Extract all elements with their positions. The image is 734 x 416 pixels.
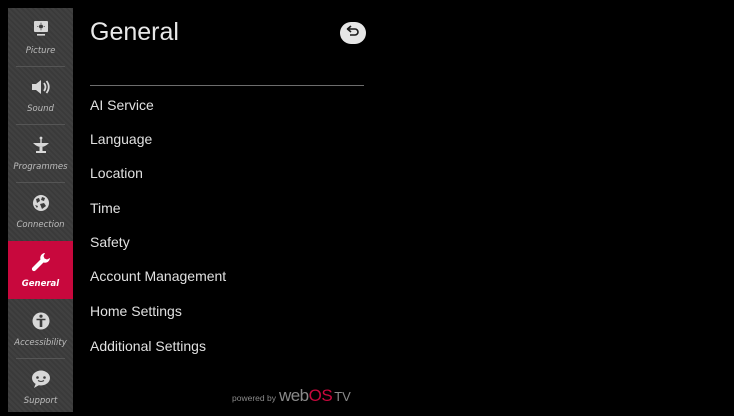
header-divider [90,85,364,86]
picture-icon [28,16,54,42]
support-icon [28,366,54,392]
menu-item-account-management[interactable]: Account Management [90,266,364,286]
menu-item-time[interactable]: Time [90,198,364,218]
menu-item-ai-service[interactable]: AI Service [90,95,364,115]
settings-screen: Picture Sound Programmes Connection Gene… [0,0,734,416]
page-title: General [90,18,179,46]
globe-icon [28,190,54,216]
sidebar-item-accessibility[interactable]: Accessibility [8,300,73,358]
sidebar-item-label: General [21,279,60,289]
menu-item-language[interactable]: Language [90,129,364,149]
back-button[interactable] [340,22,366,44]
powered-by-text: powered by [232,393,276,403]
back-arrow-icon [346,24,360,42]
logo-tv-text: TV [334,389,351,404]
sidebar-item-support[interactable]: Support [8,358,73,416]
webos-logo: powered by web OS TV [232,386,351,406]
menu-item-safety[interactable]: Safety [90,232,364,252]
satellite-dish-icon [28,132,54,158]
wrench-icon [28,249,54,275]
speaker-icon [28,74,54,100]
menu-item-home-settings[interactable]: Home Settings [90,301,364,321]
logo-os-text: OS [308,386,333,405]
sidebar-item-connection[interactable]: Connection [8,182,73,240]
menu-item-location[interactable]: Location [90,163,364,183]
sidebar-item-picture[interactable]: Picture [8,8,73,66]
menu-item-additional-settings[interactable]: Additional Settings [90,336,364,356]
sidebar-item-programmes[interactable]: Programmes [8,124,73,182]
sidebar-item-label: Programmes [13,162,68,172]
sidebar-item-general[interactable]: General [8,241,73,299]
sidebar-item-label: Picture [25,46,56,56]
accessibility-icon [28,308,54,334]
sidebar-item-sound[interactable]: Sound [8,66,73,124]
sidebar-item-label: Sound [27,104,54,114]
settings-sidebar: Picture Sound Programmes Connection Gene… [8,8,73,412]
logo-web-text: web [278,386,309,405]
sidebar-item-label: Support [23,396,58,406]
sidebar-item-label: Connection [16,220,65,230]
sidebar-item-label: Accessibility [14,338,67,348]
